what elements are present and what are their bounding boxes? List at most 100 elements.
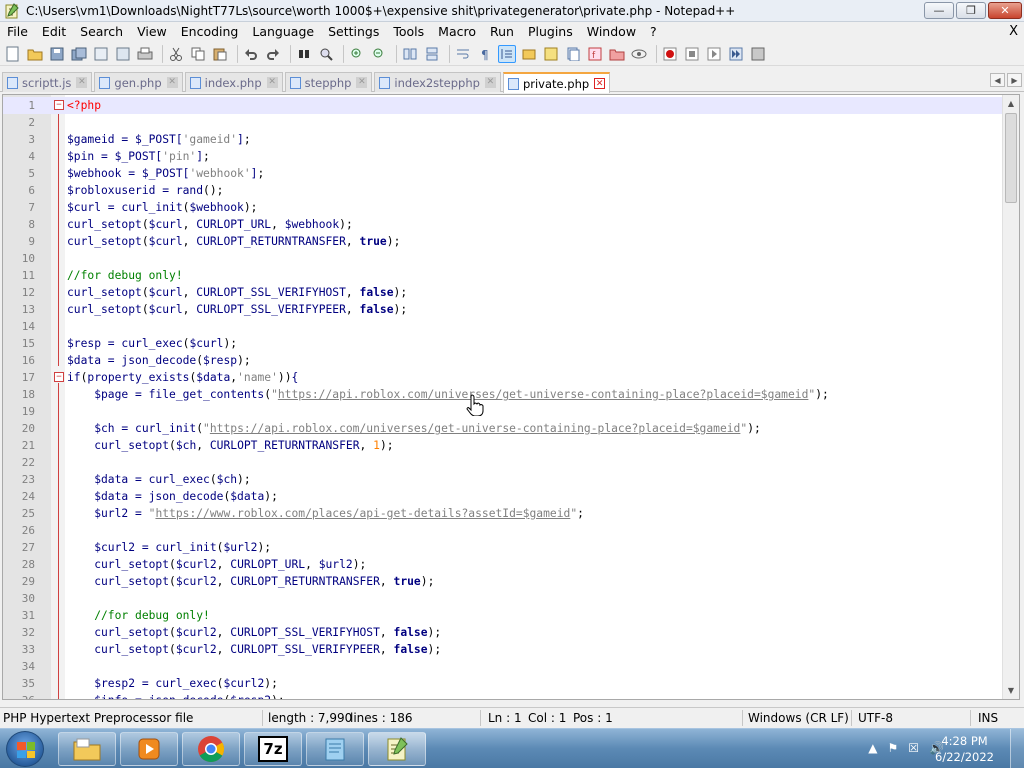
tab-scroll-right-button[interactable]: ▶ [1007,73,1022,87]
chrome-icon[interactable] [182,732,240,766]
scroll-down-arrow-icon[interactable]: ▼ [1003,682,1019,699]
tab-index-php[interactable]: index.php ✕ [184,72,283,92]
clock[interactable]: 4:28 PM 6/22/2022 [935,733,994,765]
monitoring-icon[interactable] [630,45,648,63]
redo-icon[interactable] [264,45,282,63]
code-line[interactable]: 14 [3,318,1007,335]
record-macro-icon[interactable] [661,45,679,63]
code-line[interactable]: 30 [3,590,1007,607]
network-icon[interactable]: ☒ [908,741,919,755]
save-all-icon[interactable] [70,45,88,63]
code-line[interactable]: 6 $robloxuserid = rand(); [3,182,1007,199]
zoom-out-icon[interactable] [370,45,388,63]
vertical-scrollbar[interactable]: ▲ ▼ [1002,95,1019,699]
close-document-button[interactable]: X [1009,22,1018,42]
code-line[interactable]: 7 $curl = curl_init($webhook); [3,199,1007,216]
status-encoding[interactable]: UTF-8 [858,711,893,725]
menu-tools[interactable]: Tools [386,22,431,42]
tab-close-icon[interactable]: ✕ [484,77,496,88]
code-line[interactable]: 27 $curl2 = curl_init($url2); [3,539,1007,556]
code-line[interactable]: 13 curl_setopt($curl, CURLOPT_SSL_VERIFYP… [3,301,1007,318]
code-line[interactable]: 10 [3,250,1007,267]
menu-edit[interactable]: Edit [35,22,73,42]
close-window-button[interactable]: ✕ [988,2,1022,19]
action-center-flag-icon[interactable]: ⚑ [888,741,899,755]
tab-close-icon[interactable]: ✕ [594,78,606,89]
media-player-icon[interactable] [120,732,178,766]
show-hidden-icons-icon[interactable]: ▲ [868,741,877,755]
show-all-characters-icon[interactable]: ¶ [476,45,494,63]
code-line[interactable]: 35 $resp2 = curl_exec($curl2); [3,675,1007,692]
user-defined-language-icon[interactable] [520,45,538,63]
code-line[interactable]: 21 curl_setopt($ch, CURLOPT_RETURNTRANSF… [3,437,1007,454]
folder-as-workspace-icon[interactable] [608,45,626,63]
minimize-button[interactable]: — [924,2,954,19]
status-eol[interactable]: Windows (CR LF) [748,711,849,725]
code-line[interactable]: 34 [3,658,1007,675]
code-line[interactable]: 12 curl_setopt($curl, CURLOPT_SSL_VERIFYH… [3,284,1007,301]
code-line[interactable]: 8 curl_setopt($curl, CURLOPT_URL, $webhoo… [3,216,1007,233]
tab-close-icon[interactable]: ✕ [356,77,368,88]
play-macro-icon[interactable] [705,45,723,63]
tab-close-icon[interactable]: ✕ [266,77,278,88]
code-line[interactable]: 19 [3,403,1007,420]
word-wrap-icon[interactable] [454,45,472,63]
sync-horizontal-icon[interactable] [423,45,441,63]
menu-view[interactable]: View [130,22,174,42]
new-file-icon[interactable] [4,45,22,63]
function-list-icon[interactable]: f [586,45,604,63]
open-file-icon[interactable] [26,45,44,63]
code-line[interactable]: 5 $webhook = $_POST['webhook']; [3,165,1007,182]
indent-guide-icon[interactable] [498,44,516,63]
tab-index2stepphp[interactable]: index2stepphp ✕ [374,72,501,92]
menu-macro[interactable]: Macro [431,22,483,42]
paste-icon[interactable] [211,45,229,63]
code-line[interactable]: 11 //for debug only! [3,267,1007,284]
tab-scriptt-js[interactable]: scriptt.js ✕ [2,72,93,92]
notepad-icon[interactable] [306,732,364,766]
tab-close-icon[interactable]: ✕ [166,77,178,88]
maximize-button[interactable]: ❐ [956,2,986,19]
menu-settings[interactable]: Settings [321,22,386,42]
code-line[interactable]: 20 $ch = curl_init("https://api.roblox.c… [3,420,1007,437]
notepadpp-app-icon[interactable] [4,2,20,19]
code-line[interactable]: 4 $pin = $_POST['pin']; [3,148,1007,165]
menu-search[interactable]: Search [73,22,130,42]
start-button[interactable] [6,731,44,767]
code-line[interactable]: 1 − <?php [3,97,1007,114]
zoom-in-icon[interactable] [348,45,366,63]
code-line[interactable]: 36 $info = json_decode($resp2); [3,692,1007,699]
tab-scroll-left-button[interactable]: ◀ [990,73,1005,87]
sync-vertical-icon[interactable] [401,45,419,63]
fold-toggle-icon[interactable]: − [54,100,64,110]
stop-macro-icon[interactable] [683,45,701,63]
scroll-up-arrow-icon[interactable]: ▲ [1003,95,1019,112]
replace-icon[interactable] [317,45,335,63]
code-line[interactable]: 18 $page = file_get_contents("https://ap… [3,386,1007,403]
code-line[interactable]: 24 $data = json_decode($data); [3,488,1007,505]
show-desktop-button[interactable] [1010,729,1024,768]
menu-run[interactable]: Run [483,22,521,42]
menu-plugins[interactable]: Plugins [521,22,580,42]
code-line[interactable]: 29 curl_setopt($curl2, CURLOPT_RETURNTRA… [3,573,1007,590]
run-macro-multiple-icon[interactable] [727,45,745,63]
print-icon[interactable] [136,45,154,63]
undo-icon[interactable] [242,45,260,63]
code-line[interactable]: 26 [3,522,1007,539]
copy-icon[interactable] [189,45,207,63]
cut-icon[interactable] [167,45,185,63]
scrollbar-thumb[interactable] [1005,113,1017,203]
code-line[interactable]: 17 − if(property_exists($data,'name')){ [3,369,1007,386]
save-macro-icon[interactable] [749,45,767,63]
tab-stepphp[interactable]: stepphp ✕ [284,72,373,92]
7zip-icon[interactable]: 7z [244,732,302,766]
code-line[interactable]: 31 //for debug only! [3,607,1007,624]
code-line[interactable]: 3 $gameid = $_POST['gameid']; [3,131,1007,148]
find-icon[interactable] [295,45,313,63]
code-line[interactable]: 32 curl_setopt($curl2, CURLOPT_SSL_VERIF… [3,624,1007,641]
menu-language[interactable]: Language [245,22,321,42]
fold-toggle-icon[interactable]: − [54,372,64,382]
document-list-icon[interactable] [564,45,582,63]
code-line[interactable]: 25 $url2 = "https://www.roblox.com/place… [3,505,1007,522]
tab-private-php[interactable]: private.php ✕ [502,72,611,93]
